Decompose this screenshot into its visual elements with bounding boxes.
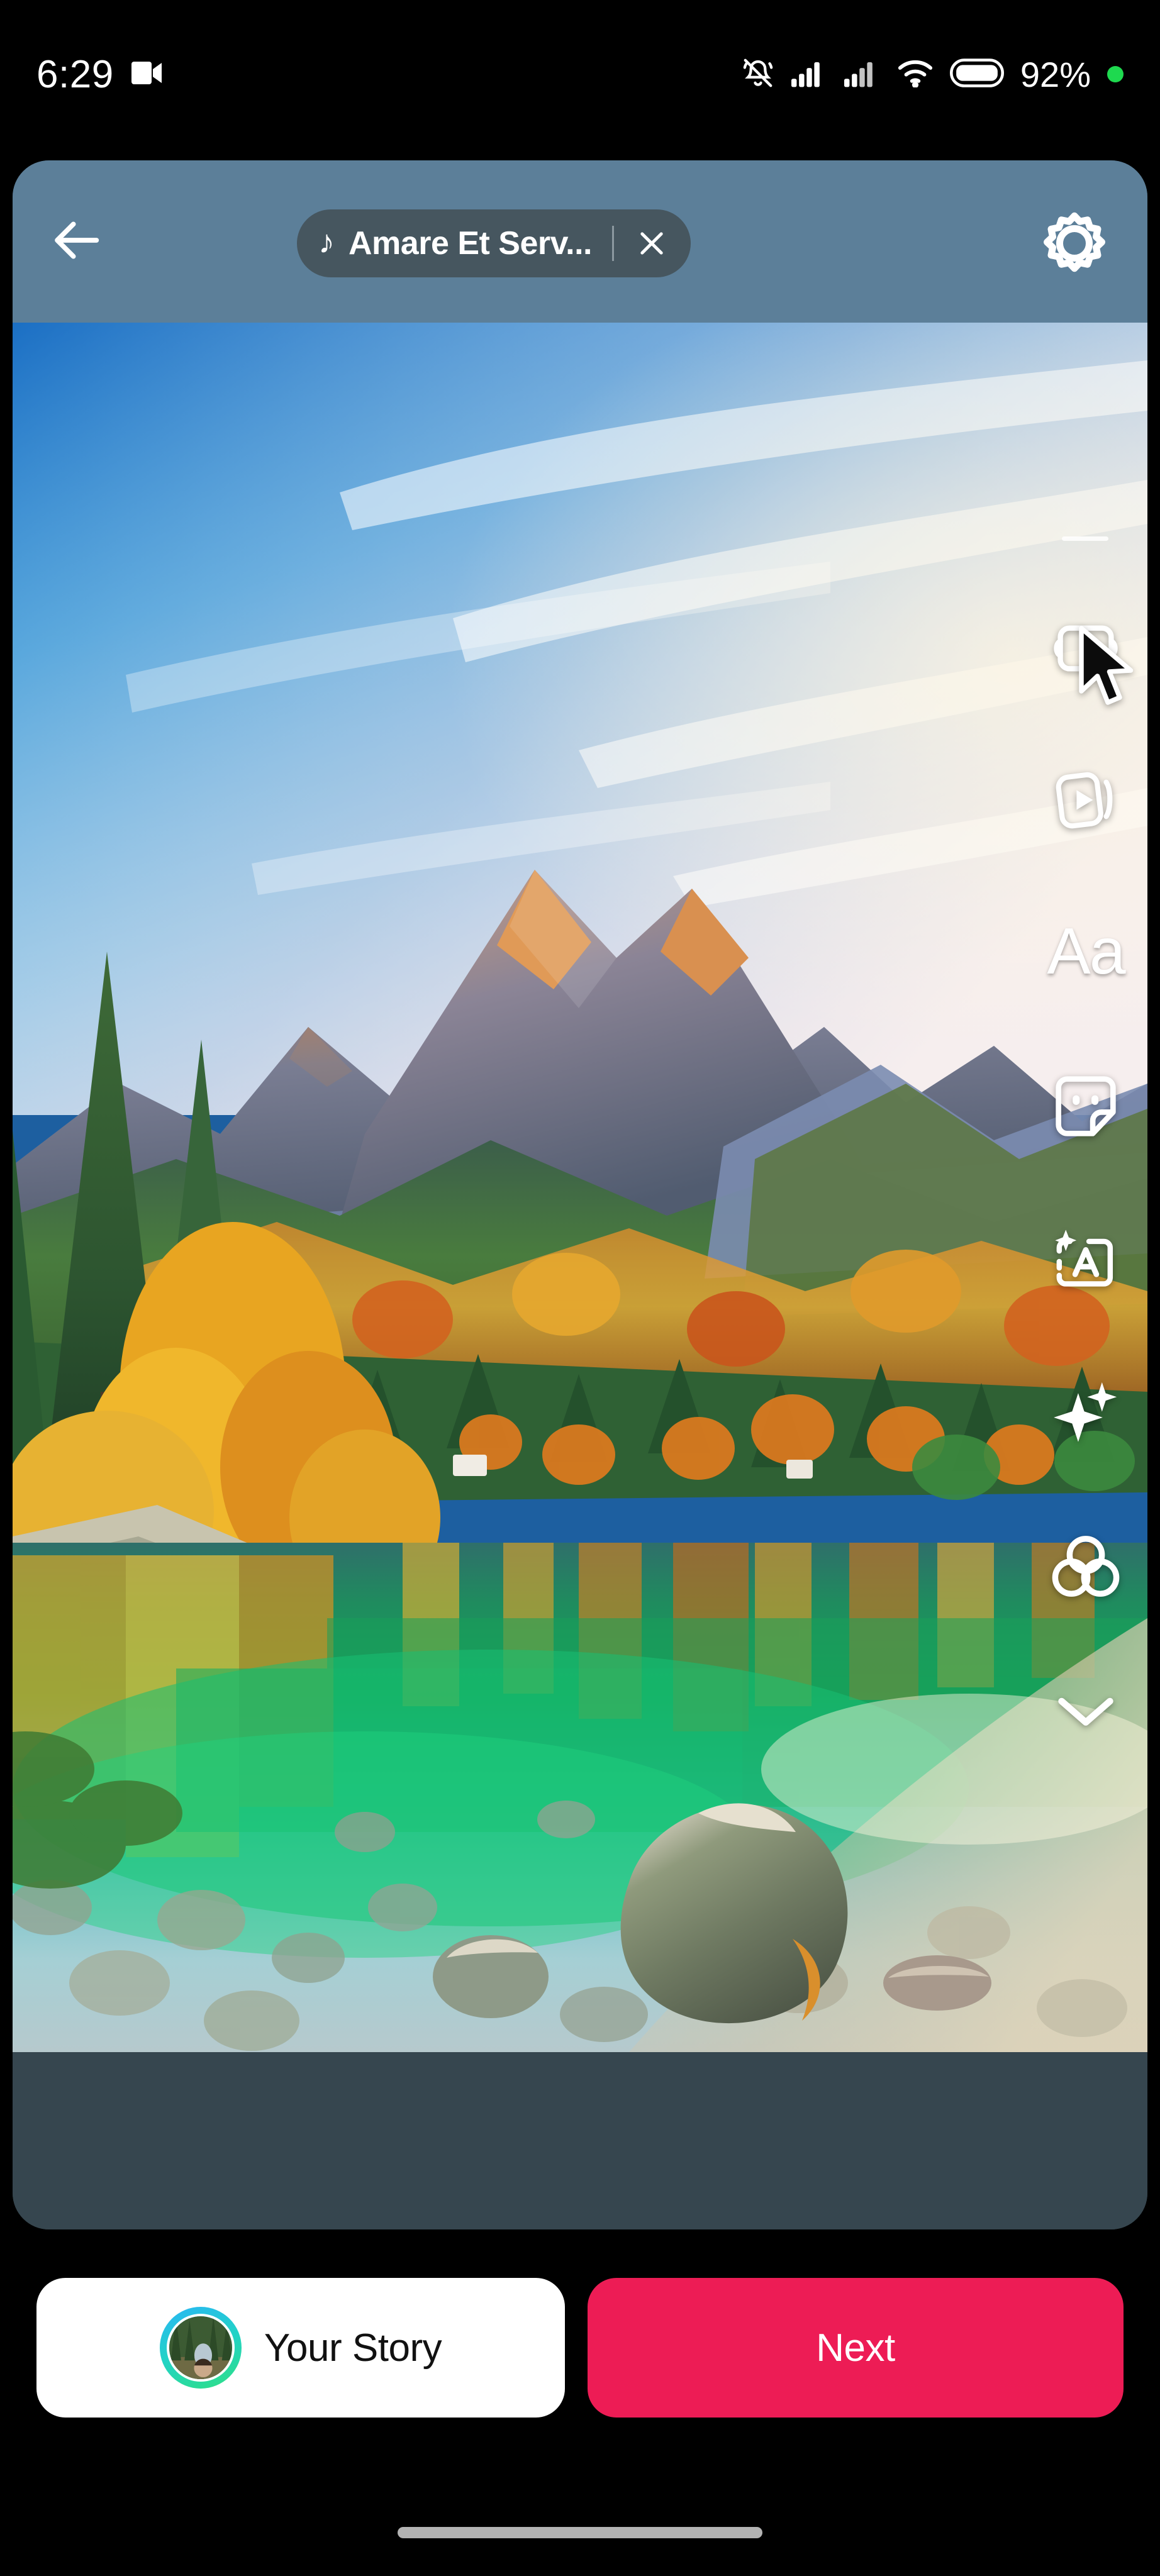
signal-bars-sim2-icon: [844, 58, 881, 91]
avatar-image: [166, 2314, 235, 2382]
next-label: Next: [816, 2326, 895, 2370]
remove-music-button[interactable]: [634, 226, 669, 261]
wifi-icon: [897, 58, 934, 91]
your-story-label: Your Story: [264, 2326, 442, 2370]
story-editor-card: ♪ Amare Et Serv... Aa: [13, 160, 1147, 2229]
signal-bars-sim1-icon: [791, 58, 828, 91]
video-camera-icon: [130, 60, 165, 89]
bell-muted-icon: [741, 56, 775, 93]
music-track-title: Amare Et Serv...: [349, 225, 593, 262]
back-arrow-icon: [50, 213, 106, 271]
bottom-action-bar: Your Story Next: [0, 2270, 1160, 2425]
status-bar-left: 6:29: [36, 52, 165, 97]
music-track-chip[interactable]: ♪ Amare Et Serv...: [297, 209, 691, 277]
phone-screen: 6:29 92% ♪ Amare Et Serv... Aa Your Stor…: [0, 0, 1160, 2576]
status-bar-right: 92%: [741, 54, 1124, 95]
home-indicator[interactable]: [398, 2527, 762, 2538]
chip-divider: [612, 226, 615, 261]
back-button[interactable]: [40, 204, 116, 279]
battery-icon: [949, 58, 1004, 91]
status-bar: 6:29 92%: [0, 0, 1160, 148]
settings-button[interactable]: [1037, 206, 1112, 281]
status-clock: 6:29: [36, 52, 114, 96]
editor-footer-pad: [13, 2052, 1147, 2229]
your-story-button[interactable]: Your Story: [36, 2278, 565, 2418]
next-button[interactable]: Next: [588, 2278, 1124, 2418]
recording-dot-icon: [1107, 66, 1124, 82]
avatar: [159, 2307, 242, 2389]
battery-percent: 92%: [1020, 54, 1091, 94]
music-note-icon: ♪: [318, 224, 335, 260]
editor-app-bar: ♪ Amare Et Serv...: [13, 160, 1147, 323]
story-media-canvas[interactable]: [13, 323, 1147, 2052]
gear-icon: [1037, 212, 1112, 284]
